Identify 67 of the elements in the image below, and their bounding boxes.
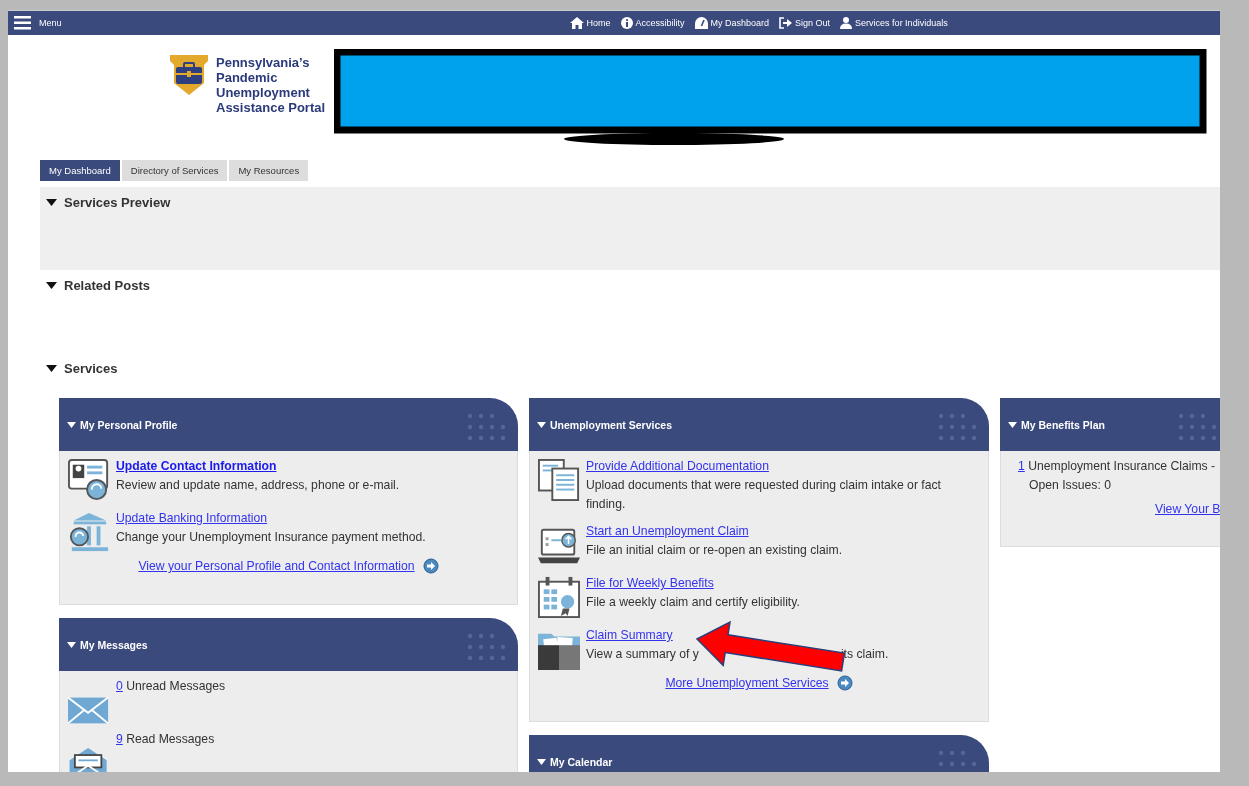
caret-down-icon [537,421,546,428]
nav-link[interactable]: Home [569,17,611,29]
caret-down-icon [46,364,57,373]
portal-title: Pennsylvania’s Pandemic Unemployment Assistance Portal [216,55,326,115]
section-toggle[interactable]: Related Posts [40,270,150,293]
dot-grid-icon [1177,413,1217,440]
envelope-icon [68,695,110,725]
caret-down-icon [46,281,57,290]
service-link[interactable]: Update Banking Information [116,509,426,528]
service-description: View a summary of y [586,646,699,663]
count-link[interactable]: 1 [1018,459,1025,473]
tab[interactable]: Directory of Services [121,160,228,181]
nav-link[interactable]: My Dashboard [694,17,770,29]
card-title[interactable]: My Benefits Plan [1008,418,1106,431]
caret-down-icon [67,641,76,648]
arrow-circle-icon [422,558,439,574]
dot-grid-icon [466,413,506,440]
bank-icon [68,511,110,553]
message-label: Read Messages [126,732,215,746]
card-title[interactable]: Unemployment Services [537,418,672,431]
service-link[interactable]: Start an Unemployment Claim [586,522,843,541]
service-link[interactable]: Update Contact Information [116,457,400,476]
section-toggle[interactable]: Services Preview [40,187,171,210]
info-icon [620,17,633,29]
service-link[interactable]: Provide Additional Documentation [586,457,976,476]
count-link[interactable]: 9 [116,732,123,746]
caret-down-icon [67,421,76,428]
nav-link[interactable]: Accessibility [620,17,685,29]
tab[interactable]: My Resources [229,160,309,181]
tab[interactable]: My Dashboard [40,160,120,181]
service-description: File a weekly claim and certify eligibility. [586,594,800,611]
caret-down-icon [1008,421,1017,428]
menu-icon [14,16,31,30]
card-title[interactable]: My Messages [67,638,148,651]
service-link[interactable]: File for Weekly Benefits [586,574,800,593]
footer-link[interactable]: View your Personal Profile and Contact Information [138,559,415,573]
home-icon [569,17,584,29]
menu-button[interactable]: Menu [8,16,62,30]
card-title[interactable]: My Personal Profile [67,418,178,431]
documents-icon [538,459,580,501]
sign-out-icon [779,17,793,29]
card-title[interactable]: My Calendar [537,755,613,768]
arrow-circle-icon [836,675,853,691]
caret-down-icon [537,758,546,765]
keystone-briefcase-logo-icon [170,55,208,95]
open-issues-text: Open Issues: 0 [1028,477,1112,494]
calendar-certificate-icon [538,576,580,618]
open-envelope-icon [68,748,110,772]
section-toggle[interactable]: Services [40,353,118,376]
count-link[interactable]: 0 [116,679,123,693]
contact-card-icon [68,459,110,501]
service-description: Review and update name, address, phone or e-mail. [116,477,400,494]
plan-label: Unemployment Insurance Claims - [1028,459,1216,473]
nav-link[interactable]: Sign Out [779,17,831,29]
dot-grid-icon [937,413,977,440]
footer-link[interactable]: View Your B [1155,502,1220,516]
service-description: Change your Unemployment Insurance payment method. [116,529,426,546]
caret-down-icon [46,198,57,207]
footer-link[interactable]: More Unemployment Services [665,676,829,690]
message-label: Unread Messages [126,679,226,693]
service-description: File an initial claim or re-open an existing claim. [586,542,843,559]
gauge-icon [694,17,708,29]
nav-link[interactable]: Services for Individuals [840,17,948,29]
service-description: Upload documents that were requested during claim intake or fact finding. [586,477,942,513]
person-icon [840,17,853,29]
dot-grid-icon [466,633,506,660]
service-link[interactable]: Claim Summary [586,626,889,645]
